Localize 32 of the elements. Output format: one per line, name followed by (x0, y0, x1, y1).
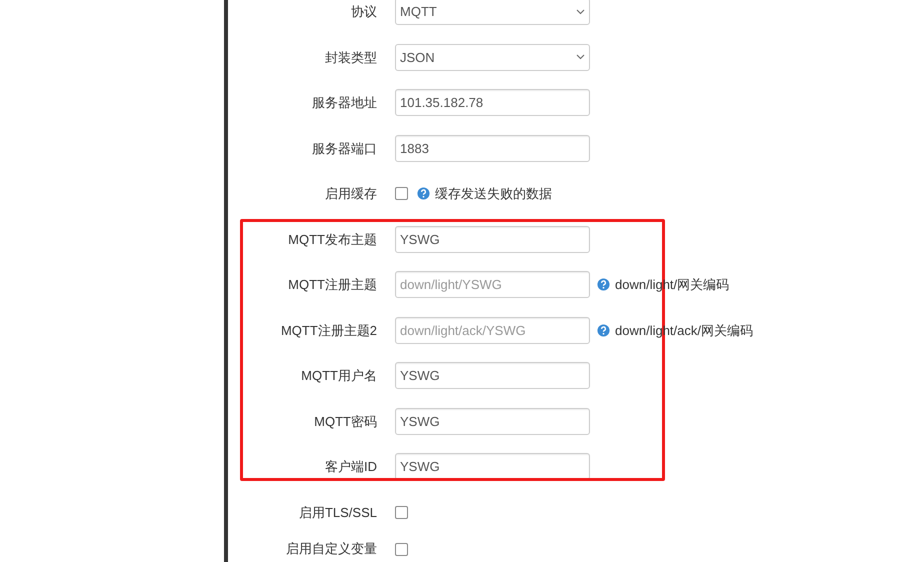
field-label: 启用自定义变量 (286, 540, 377, 558)
input-field[interactable]: down/light/YSWG (395, 271, 590, 298)
field-label: MQTT用户名 (301, 367, 377, 385)
chevron-icon (576, 8, 585, 15)
field-label: MQTT发布主题 (288, 230, 377, 248)
input-field[interactable]: YSWG (395, 408, 590, 435)
input-field[interactable]: YSWG (395, 453, 590, 480)
input-field[interactable]: YSWG (395, 362, 590, 390)
checkbox[interactable] (395, 506, 408, 519)
help-icon (417, 187, 430, 200)
field-label: 服务器端口 (312, 140, 377, 158)
input-field[interactable]: down/light/ack/YSWG (395, 316, 590, 344)
field-label: MQTT密码 (314, 412, 377, 430)
chevron-icon (576, 54, 585, 60)
field-label: MQTT注册主题 (288, 276, 377, 294)
checkbox[interactable] (395, 187, 408, 200)
field-label: 服务器地址 (312, 94, 377, 112)
help-text: 缓存发送失败的数据 (435, 185, 552, 203)
help-icon (597, 278, 610, 292)
field-label: MQTT注册主题2 (280, 322, 377, 340)
dropdown[interactable]: JSON (395, 44, 590, 71)
field-label: 封装类型 (325, 48, 377, 66)
field-label: 启用TLS/SSL (298, 504, 377, 522)
field-label: 协议 (351, 3, 377, 21)
field-label: 客户端ID (325, 458, 377, 476)
field-label: 启用缓存 (325, 185, 377, 203)
input-field[interactable]: YSWG (395, 226, 590, 253)
help-icon (597, 324, 610, 337)
dropdown[interactable]: MQTT (395, 0, 590, 26)
checkbox[interactable] (395, 542, 408, 556)
input-field[interactable]: 1883 (395, 134, 590, 162)
input-field[interactable]: 101.35.182.78 (395, 89, 590, 116)
